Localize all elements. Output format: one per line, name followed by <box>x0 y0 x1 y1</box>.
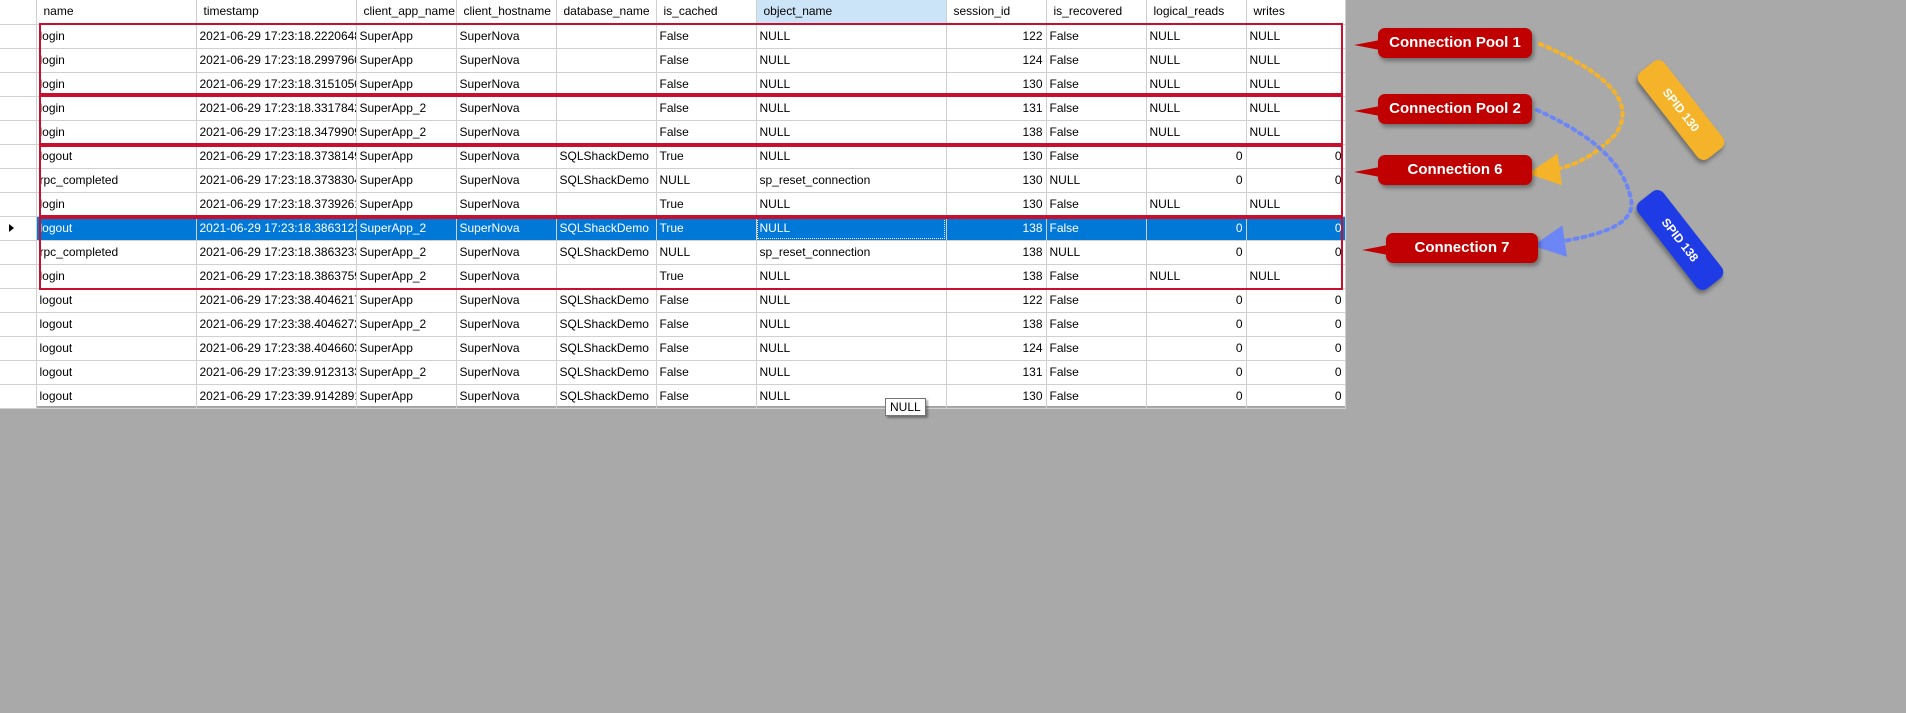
callout-connection-6: Connection 6 <box>1354 155 1532 185</box>
callout-connection-pool-1: Connection Pool 1 <box>1354 28 1532 58</box>
callout-connection-7: Connection 7 <box>1362 233 1538 263</box>
annotation-arrows <box>1528 42 1634 257</box>
spid-130-arrow <box>1528 42 1625 186</box>
callout-connection-pool-2: Connection Pool 2 <box>1354 94 1532 124</box>
